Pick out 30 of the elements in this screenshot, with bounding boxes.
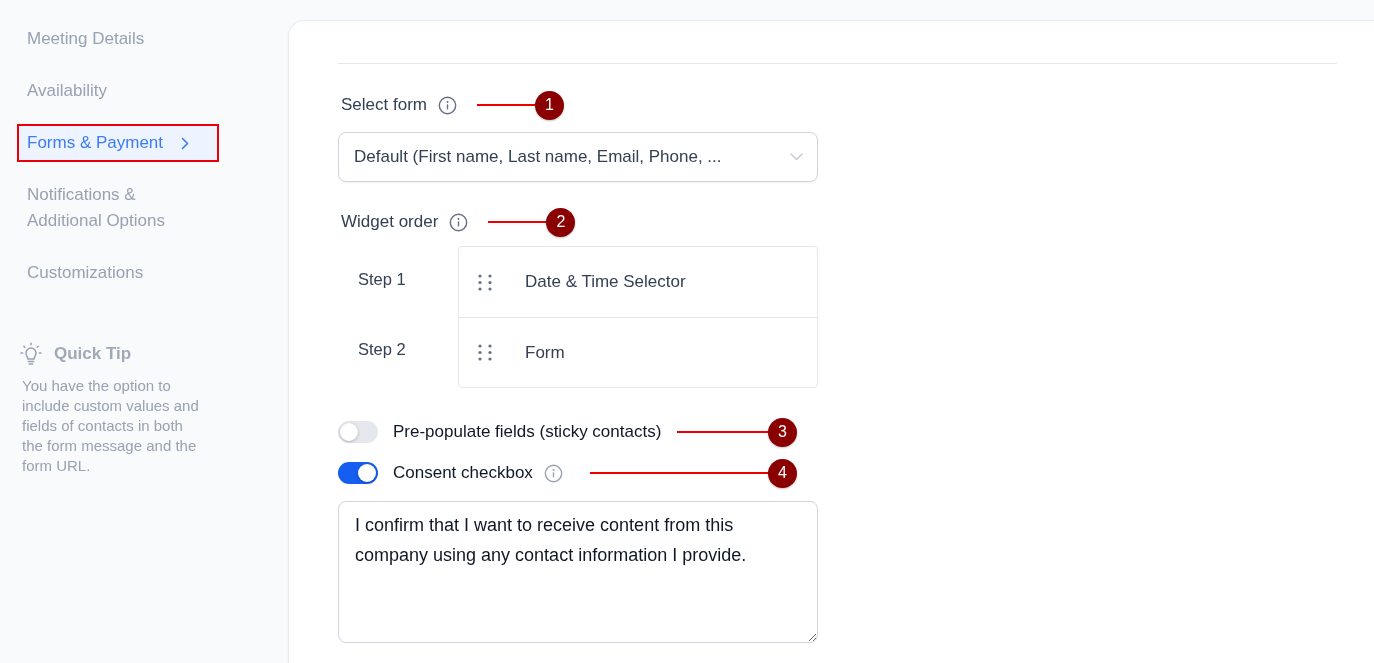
field-label: Select form <box>341 94 427 117</box>
chevron-right-icon <box>181 136 190 150</box>
toggle-switch[interactable] <box>338 462 378 484</box>
toggle-switch[interactable] <box>338 421 378 443</box>
nav-item[interactable]: Forms & Payment <box>17 124 219 162</box>
nav-item[interactable]: Availability <box>17 72 219 110</box>
widget-item[interactable]: Date & Time Selector <box>459 247 817 317</box>
callout-number: 1 <box>535 90 564 120</box>
lightbulb-icon <box>20 342 42 366</box>
nav-item[interactable]: Notifications & Additional Options <box>17 176 219 240</box>
quick-tip-title: Quick Tip <box>54 343 132 366</box>
step-label: Step 1 <box>358 268 407 290</box>
quick-tip-text: You have the option to include custom values and fields of contacts in both the form message and the form URL. <box>22 376 200 476</box>
toggle-label: Consent checkbox <box>393 462 533 485</box>
leader-line <box>488 221 547 223</box>
callout-number: 2 <box>546 207 576 237</box>
callout-number: 3 <box>768 417 797 447</box>
leader-line <box>477 104 535 106</box>
consent-message-field[interactable]: I confirm that I want to receive content from this company using any contact information I provide. <box>338 501 818 643</box>
nav-item[interactable]: Meeting Details <box>17 20 219 58</box>
step-label: Step 2 <box>358 338 407 360</box>
nav-item[interactable]: Customizations <box>17 254 219 292</box>
widget-item[interactable]: Form <box>459 317 817 387</box>
chevron-down-icon <box>790 153 803 161</box>
field-label: Widget order <box>341 211 439 234</box>
drag-handle-icon <box>478 273 492 291</box>
form-select-dropdown[interactable]: Default (First name, Last name, Email, Phone, ... <box>338 132 818 182</box>
toggle-label: Pre-populate fields (sticky contacts) <box>393 421 662 444</box>
drag-handle-icon <box>478 344 492 361</box>
callout-number: 4 <box>768 458 797 488</box>
